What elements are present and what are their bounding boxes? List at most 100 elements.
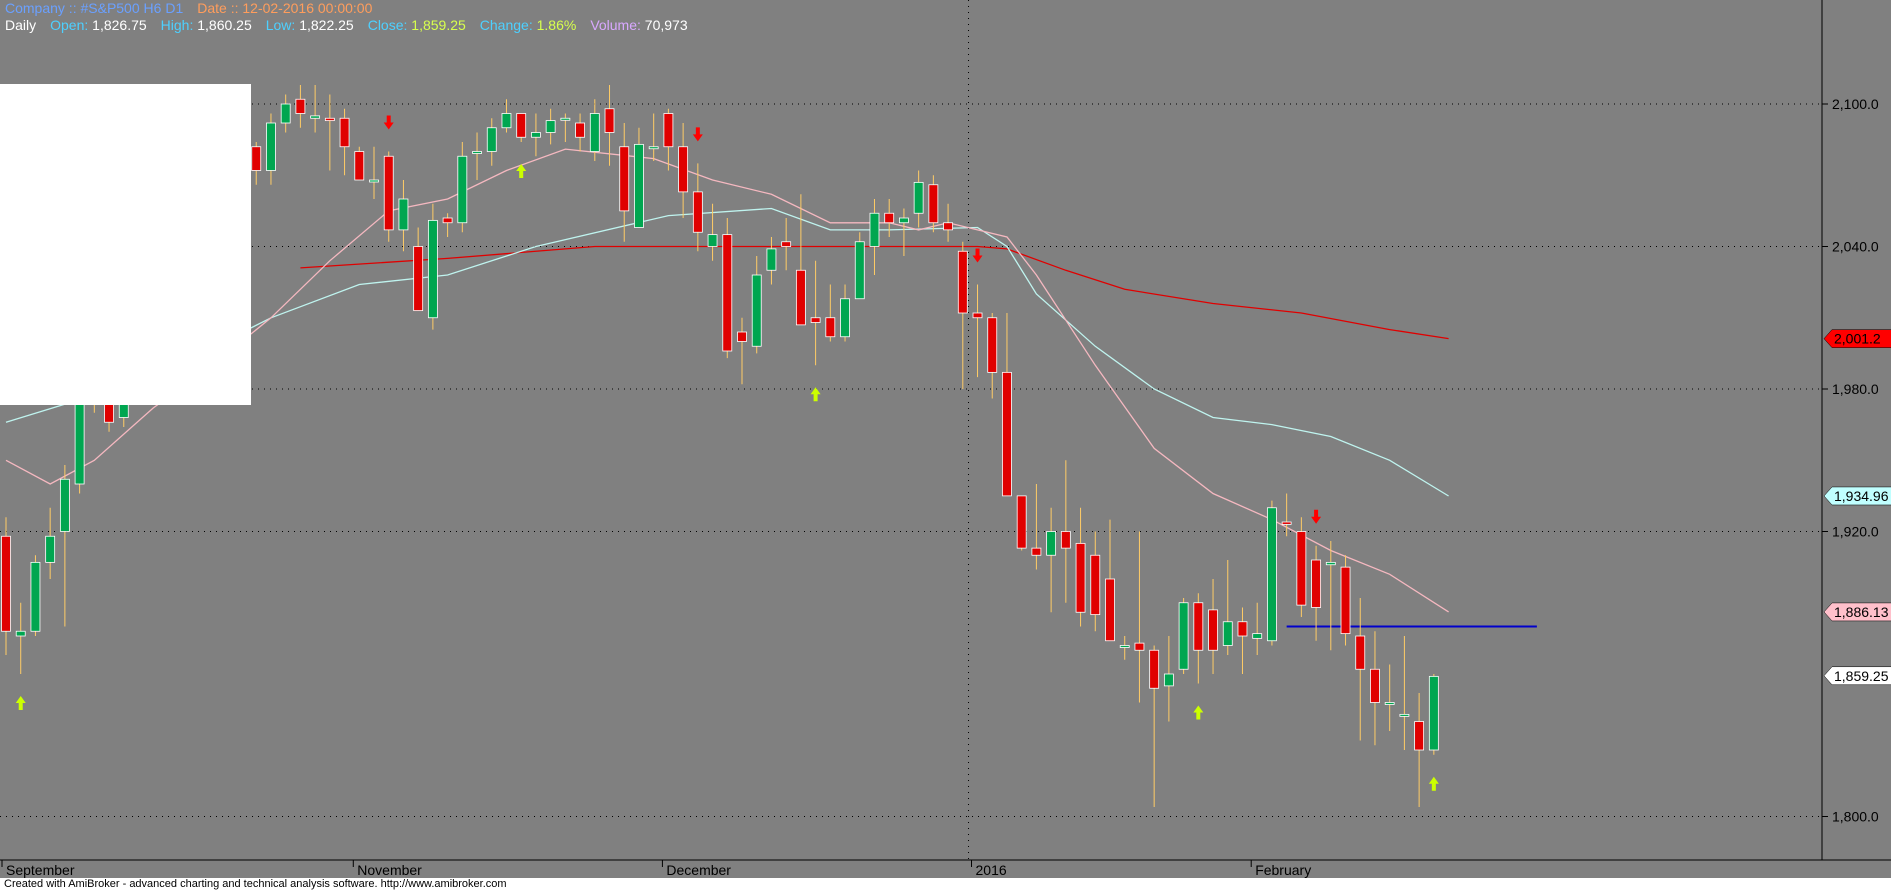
low-label: Low: [265,17,296,33]
candle-up [1428,675,1439,751]
candle-up [486,127,497,152]
price-tag: 1,859.25 [1823,666,1891,686]
candle-up [15,630,26,637]
buy-arrow-icon [810,387,821,402]
price-chart[interactable]: 2,100.0 2,040.0 1,980.0 1,920.0 1,800.0 2,001… [0,0,1891,878]
x-tick-label: 2016 [976,862,1007,878]
candle-up [1046,531,1057,556]
candle-up [1222,621,1233,646]
candle-up [398,198,409,231]
sell-arrow-icon [1311,509,1322,524]
candle-down [251,146,262,171]
candle-down [1414,721,1425,751]
period-code: D1 [165,0,184,16]
candle-down [295,98,306,114]
candle-down [795,269,806,326]
footer-credit: Created with AmiBroker - advanced charti… [4,878,507,890]
candle-down [1311,559,1321,608]
x-tick-label: November [357,862,422,878]
candle-up [899,217,909,224]
buy-arrow-icon [1193,705,1204,720]
candle-up [310,115,321,119]
interval-label: Daily [5,17,37,33]
candle-up [427,219,438,319]
candle-down [1105,578,1115,642]
candle-up [560,117,571,121]
candle-down [1237,621,1248,637]
candle-down [1370,668,1380,703]
candle-down [722,234,733,352]
candle-down [1193,602,1204,651]
candle-down [575,122,585,138]
buy-arrow-icon [15,696,26,710]
candle-down [1134,642,1145,651]
candle-down [516,113,527,138]
chart-frame: 2,100.0 2,040.0 1,980.0 1,920.0 1,800.0 2,001… [0,0,1891,878]
candle-down [957,250,968,314]
candle-up [840,298,850,338]
candle-up [1267,507,1277,642]
candle-down [987,317,998,373]
candle-down [1002,371,1012,497]
candle-down [383,155,394,231]
candle-down [413,246,424,312]
candle-down [678,146,689,193]
price-tag-label: 1,886.13 [1834,604,1889,620]
price-tag-label: 2,001.2 [1834,331,1881,347]
candle-down [1296,531,1307,606]
candle-down [354,151,365,181]
candle-down [442,217,453,224]
candle-up [869,212,880,247]
date-label: Date :: 12-02-2016 00:00:00 [197,0,373,16]
candle-up [280,103,291,124]
candle-down [1149,649,1160,689]
price-axis: 2,100.0 2,040.0 1,980.0 1,920.0 1,800.0 2,001… [1821,0,1891,860]
x-tick-label: September [6,862,75,878]
candle-down [604,108,615,133]
candle-down [1090,554,1101,616]
candle-down [781,241,792,247]
candle-down [1031,547,1042,556]
open-value: 1,826.75 [92,17,147,33]
candle-down [1355,635,1366,670]
candle-down [737,331,747,342]
buy-arrow-icon [1428,776,1439,791]
change-label: Change: [479,17,533,33]
candle-down [619,146,630,212]
candle-down [1340,566,1351,635]
symbol-suffix: H6 [143,0,162,16]
price-tag-label: 1,934.96 [1834,488,1889,504]
candle-up [531,132,541,138]
low-value: 1,822.25 [299,17,354,33]
x-tick-label: December [666,862,731,878]
candle-down [825,317,836,338]
candle-up [1384,702,1395,705]
close-label: Close: [367,17,408,33]
open-label: Open: [50,17,89,33]
candle-up [913,181,924,214]
volume-label: Volume: [590,17,641,33]
header-line-1: Company :: #S&P500 H6 D1 Date :: 12-02-20… [5,0,372,17]
candle-down [972,312,983,319]
candle-down [339,117,350,148]
high-label: High: [160,17,194,33]
candle-up [501,113,512,129]
candle-up [648,146,659,150]
candle-up [545,120,556,133]
candle-down [1208,609,1218,651]
candle-down [1016,495,1027,549]
y-tick-label: 2,040.0 [1832,239,1879,255]
candle-up [766,248,777,271]
candle-up [59,478,70,532]
candle-up [589,113,600,152]
change-value: 1.86% [536,17,577,33]
candle-down [943,222,953,231]
candle-down [324,117,335,122]
x-tick-label: February [1255,862,1311,878]
candle-up [634,143,644,228]
price-tag: 1,934.96 [1823,486,1891,506]
candle-up [457,155,468,224]
candle-up [1252,633,1263,639]
candle-up [369,179,379,183]
candle-down [692,191,703,233]
